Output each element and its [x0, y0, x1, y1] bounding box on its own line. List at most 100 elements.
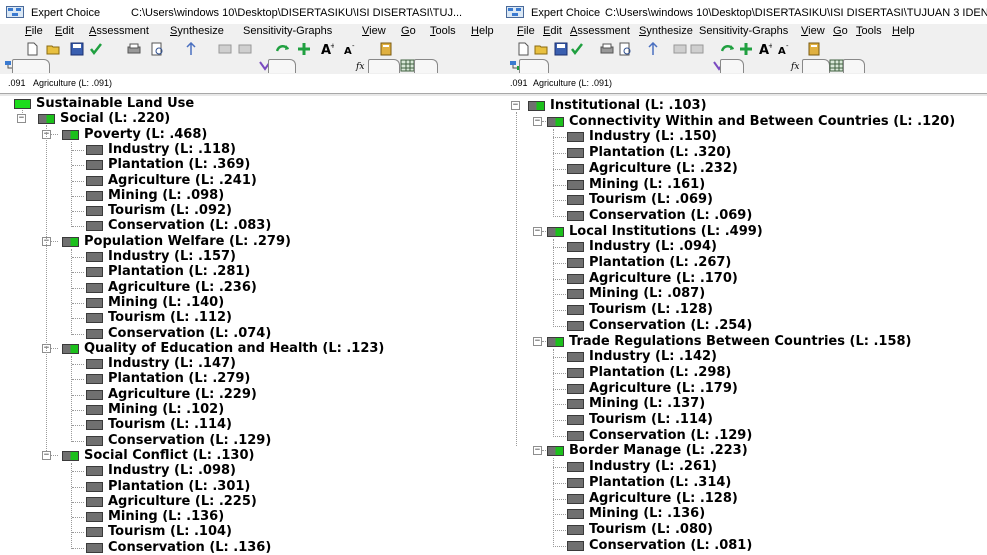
menu-sensitivity-graphs[interactable]: Sensitivity-Graphs — [699, 25, 788, 37]
collapse-toggle-icon[interactable]: − — [533, 117, 542, 126]
menu-view[interactable]: View — [362, 25, 386, 37]
font-larger-icon[interactable]: A+ — [320, 42, 336, 58]
sort-icon[interactable] — [646, 41, 660, 56]
tree-connector — [553, 137, 566, 138]
assess-icon[interactable] — [720, 42, 735, 56]
node-label: Social Conflict (L: .130) — [84, 448, 255, 463]
menu-assessment[interactable]: Assessment — [89, 25, 149, 37]
open-folder-icon[interactable] — [534, 42, 548, 56]
collapse-toggle-icon[interactable]: − — [533, 227, 542, 236]
tab-tree-view[interactable] — [519, 59, 549, 73]
tab-hierarchy[interactable] — [268, 59, 296, 73]
tree-connector — [72, 288, 84, 289]
tree-connector — [553, 185, 566, 186]
tree-connector — [71, 356, 72, 442]
font-larger-icon[interactable]: A+ — [758, 42, 774, 58]
font-smaller-icon[interactable]: A- — [342, 42, 356, 57]
priority-box — [86, 543, 103, 553]
svg-text:+: + — [768, 42, 772, 50]
svg-text:+: + — [330, 42, 334, 50]
priority-box — [62, 451, 79, 461]
print-icon[interactable] — [600, 42, 614, 56]
menu-sensitivity-graphs[interactable]: Sensitivity-Graphs — [243, 25, 332, 37]
checkmark-icon[interactable] — [570, 42, 584, 56]
menu-bar: File Edit Assessment Synthesize Sensitiv… — [0, 24, 506, 40]
node-label: Conservation (L: .129) — [589, 428, 753, 443]
collapse-toggle-icon[interactable]: − — [511, 101, 520, 110]
redo-icon[interactable] — [690, 42, 704, 56]
calculator-icon[interactable] — [379, 42, 393, 56]
tree-connector — [72, 165, 84, 166]
save-icon[interactable] — [554, 42, 568, 56]
menu-tools[interactable]: Tools — [430, 25, 456, 37]
grid-icon[interactable] — [829, 59, 844, 73]
node-label: Plantation (L: .279) — [108, 371, 251, 386]
menu-go[interactable]: Go — [401, 25, 416, 37]
menu-edit[interactable]: Edit — [55, 25, 74, 37]
expert-choice-app-icon[interactable] — [506, 6, 524, 21]
new-file-icon[interactable] — [516, 42, 530, 56]
priority-box — [567, 478, 584, 488]
tab-formula[interactable] — [368, 59, 400, 73]
menu-help[interactable]: Help — [471, 25, 494, 37]
node-label: Tourism (L: .114) — [589, 412, 713, 427]
tree-connector — [72, 379, 84, 380]
grid-icon[interactable] — [400, 59, 415, 73]
print-preview-icon[interactable] — [618, 42, 632, 56]
menu-bar: File Edit Assessment Synthesize Sensitiv… — [506, 24, 987, 40]
collapse-toggle-icon[interactable]: − — [533, 337, 542, 346]
undo-icon[interactable] — [673, 42, 687, 56]
priority-box — [62, 344, 79, 354]
priority-box — [86, 252, 103, 262]
current-node-priority: .091 — [8, 78, 26, 88]
priority-box — [86, 420, 103, 430]
checkmark-icon[interactable] — [89, 42, 103, 56]
assess-icon[interactable] — [275, 42, 290, 56]
calculator-icon[interactable] — [807, 42, 821, 56]
menu-view[interactable]: View — [801, 25, 825, 37]
tab-formula[interactable] — [802, 59, 830, 73]
synthesize-icon[interactable] — [297, 42, 311, 56]
tab-tree-view[interactable] — [12, 59, 50, 73]
menu-assessment[interactable]: Assessment — [570, 25, 630, 37]
priority-box — [567, 305, 584, 315]
collapse-toggle-icon[interactable]: − — [533, 446, 542, 455]
menu-go[interactable]: Go — [833, 25, 848, 37]
toolbar: A+ A- — [0, 40, 506, 58]
menu-file[interactable]: File — [517, 25, 535, 37]
menu-file[interactable]: File — [25, 25, 43, 37]
tree-connector — [553, 349, 554, 437]
current-node-label: Agriculture (L: .091) — [33, 78, 113, 88]
node-label: Mining (L: .161) — [589, 177, 706, 192]
save-icon[interactable] — [70, 42, 84, 56]
node-label: Agriculture (L: .179) — [589, 381, 738, 396]
tree-connector — [71, 249, 72, 335]
font-smaller-icon[interactable]: A- — [776, 42, 790, 57]
menu-synthesize[interactable]: Synthesize — [170, 25, 224, 37]
undo-icon[interactable] — [218, 42, 232, 56]
menu-synthesize[interactable]: Synthesize — [639, 25, 693, 37]
print-icon[interactable] — [127, 42, 141, 56]
print-preview-icon[interactable] — [150, 42, 164, 56]
tree-connector — [72, 487, 84, 488]
tab-data-grid[interactable] — [843, 59, 865, 73]
menu-edit[interactable]: Edit — [543, 25, 562, 37]
formula-icon[interactable]: fx — [355, 59, 369, 73]
tree-connector — [72, 364, 84, 365]
new-file-icon[interactable] — [25, 42, 39, 56]
tree-connector — [553, 169, 566, 170]
synthesize-icon[interactable] — [739, 42, 753, 56]
priority-box — [567, 384, 584, 394]
expert-choice-app-icon[interactable] — [6, 6, 24, 21]
menu-help[interactable]: Help — [892, 25, 915, 37]
open-folder-icon[interactable] — [46, 42, 60, 56]
tab-data-grid[interactable] — [414, 59, 438, 73]
redo-icon[interactable] — [238, 42, 252, 56]
node-label: Agriculture (L: .229) — [108, 387, 257, 402]
tab-hierarchy[interactable] — [720, 59, 744, 73]
tree-connector — [51, 455, 58, 456]
collapse-toggle-icon[interactable]: − — [42, 451, 51, 460]
menu-tools[interactable]: Tools — [856, 25, 882, 37]
sort-icon[interactable] — [184, 41, 198, 56]
collapse-toggle-icon[interactable]: − — [17, 114, 26, 123]
